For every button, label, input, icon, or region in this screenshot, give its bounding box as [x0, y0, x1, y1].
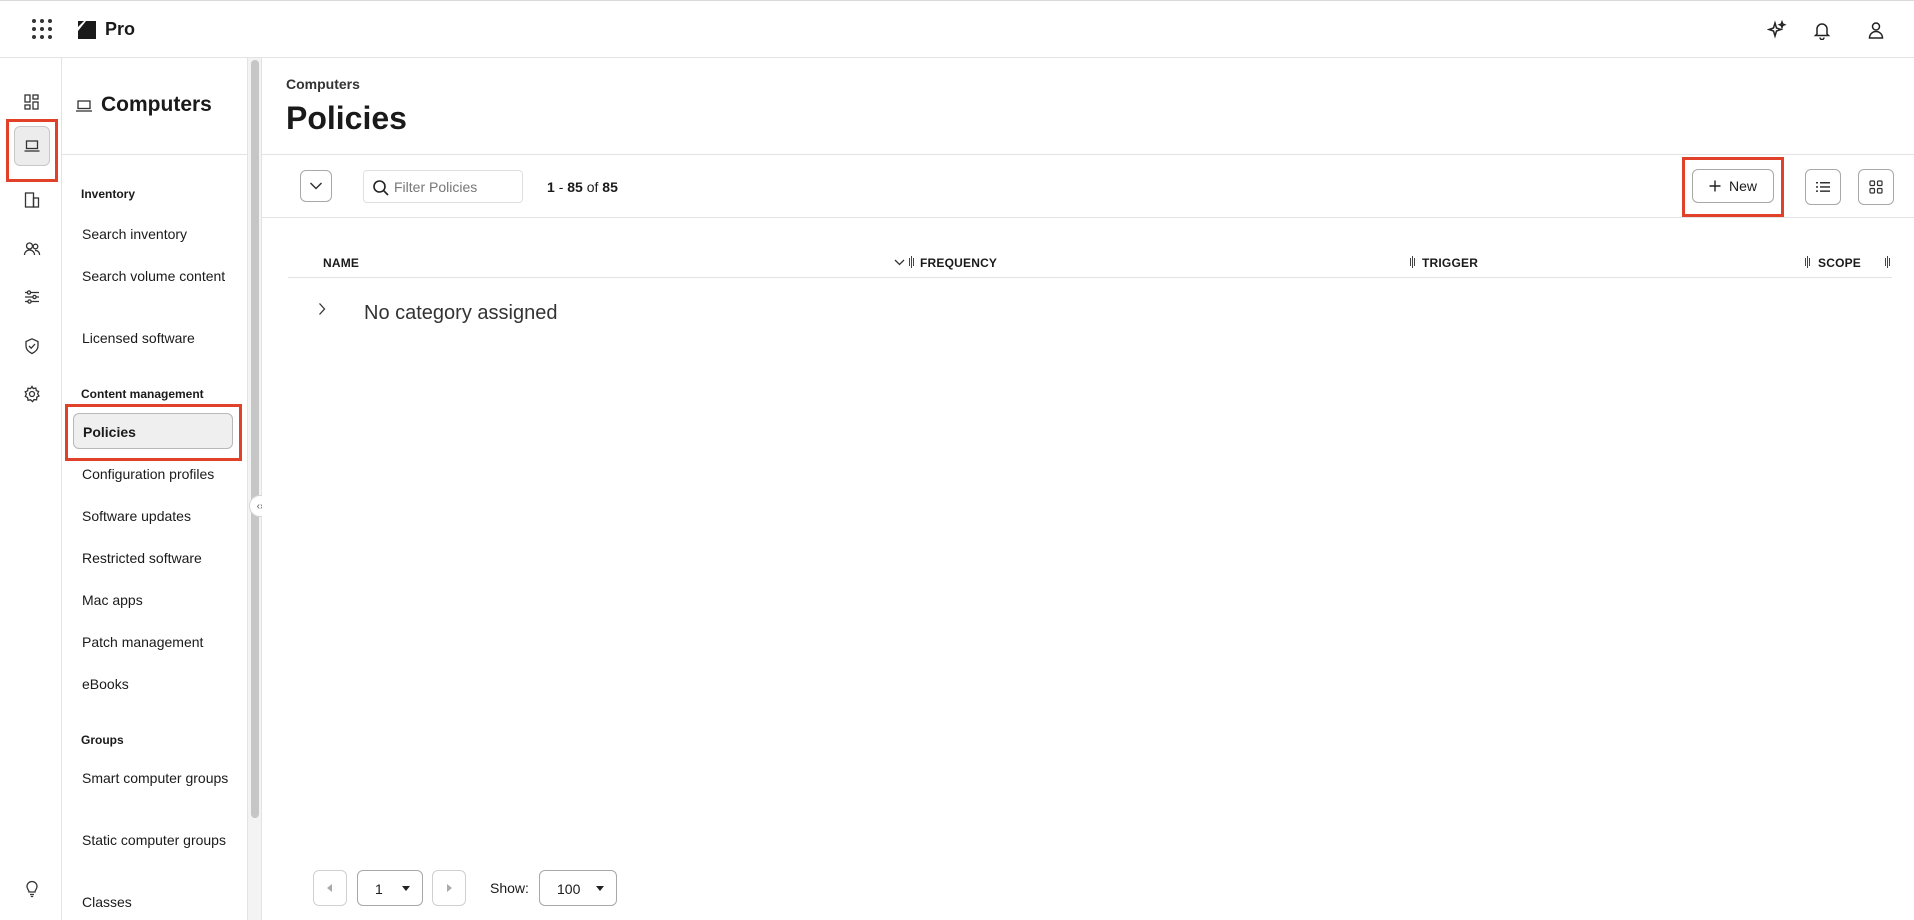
gear-icon [24, 385, 40, 403]
rail-security[interactable] [16, 330, 48, 362]
record-count: 1 - 85 of 85 [547, 179, 618, 195]
nav-policies[interactable]: Policies [73, 413, 233, 449]
main-content: Computers Policies 1 - 85 of 85 New NAME… [262, 58, 1914, 920]
nav-ebooks[interactable]: eBooks [82, 674, 232, 694]
rail-tips[interactable] [16, 873, 48, 905]
column-header-trigger[interactable]: TRIGGER [1422, 256, 1478, 270]
show-label: Show: [490, 880, 529, 896]
user-icon[interactable] [1864, 18, 1888, 42]
sidebar-scrollbar[interactable] [248, 58, 262, 920]
previous-page-button[interactable] [313, 870, 347, 906]
table-toolbar: 1 - 85 of 85 New [262, 154, 1914, 218]
column-resize-handle[interactable] [1409, 256, 1417, 268]
new-policy-button[interactable]: New [1692, 169, 1774, 203]
plus-icon [1709, 180, 1721, 192]
rail-users[interactable] [16, 233, 48, 265]
rail-settings-sliders[interactable] [16, 281, 48, 313]
chevron-right-icon[interactable] [318, 302, 326, 316]
group-title-content-management: Content management [81, 387, 204, 401]
page-title: Policies [286, 100, 407, 136]
brand-logo-icon[interactable] [76, 19, 98, 41]
nav-configuration-profiles[interactable]: Configuration profiles [82, 464, 232, 484]
list-icon [1816, 182, 1830, 192]
page-size-select[interactable]: 100 [539, 870, 617, 906]
nav-licensed-software[interactable]: Licensed software [82, 328, 232, 348]
group-title-inventory: Inventory [81, 187, 136, 201]
grid-icon [1869, 180, 1883, 194]
nav-restricted-software[interactable]: Restricted software [82, 548, 232, 568]
nav-mac-apps[interactable]: Mac apps [82, 590, 232, 610]
nav-static-computer-groups[interactable]: Static computer groups [82, 830, 232, 850]
column-resize-handle[interactable] [1804, 256, 1812, 268]
column-header-name[interactable]: NAME [323, 256, 359, 270]
column-header-frequency[interactable]: FREQUENCY [920, 256, 997, 270]
nav-software-updates[interactable]: Software updates [82, 506, 232, 526]
rail-computers[interactable] [14, 126, 50, 166]
breadcrumb[interactable]: Computers [286, 76, 360, 92]
collapse-all-button[interactable] [300, 170, 332, 202]
list-view-button[interactable] [1805, 169, 1841, 205]
apps-grid-icon[interactable] [32, 19, 52, 39]
nav-search-volume-content[interactable]: Search volume content [82, 266, 232, 286]
section-title: Computers [101, 93, 212, 116]
nav-patch-management[interactable]: Patch management [82, 632, 232, 652]
nav-smart-computer-groups[interactable]: Smart computer groups [82, 768, 232, 788]
rail-dashboard[interactable] [16, 86, 48, 118]
lightbulb-icon [26, 880, 38, 898]
users-icon [23, 242, 41, 256]
section-sidebar: Computers Inventory Search inventory Sea… [62, 58, 248, 920]
table-header: NAME FREQUENCY TRIGGER SCOPE [288, 248, 1892, 278]
column-header-scope[interactable]: SCOPE [1818, 256, 1861, 270]
grid-view-button[interactable] [1858, 169, 1894, 205]
laptop-icon [76, 100, 92, 112]
caret-left-icon [327, 884, 332, 892]
rail-devices[interactable] [16, 184, 48, 216]
section-header: Computers [62, 58, 247, 155]
caret-right-icon [447, 884, 452, 892]
page-select[interactable]: 1 [357, 870, 423, 906]
search-icon [373, 180, 389, 196]
category-group-row[interactable]: No category assigned [288, 294, 1892, 334]
nav-search-inventory[interactable]: Search inventory [82, 224, 232, 244]
devices-icon [24, 192, 40, 208]
dashboard-icon [24, 94, 39, 110]
laptop-icon [24, 140, 40, 152]
sort-chevron-icon[interactable] [894, 259, 905, 266]
app-rail [0, 58, 62, 920]
filter-policies-box[interactable] [363, 170, 523, 203]
sliders-icon [25, 290, 39, 304]
nav-classes[interactable]: Classes [82, 892, 232, 912]
next-page-button[interactable] [432, 870, 466, 906]
column-resize-handle[interactable] [1884, 256, 1892, 268]
shield-check-icon [25, 338, 39, 355]
category-group-label: No category assigned [364, 302, 558, 324]
bell-icon[interactable] [1810, 18, 1834, 42]
group-title-groups: Groups [81, 733, 124, 747]
chevron-down-icon [309, 182, 323, 190]
rail-settings[interactable] [16, 378, 48, 410]
brand-name[interactable]: Pro [105, 19, 135, 40]
sparkle-icon[interactable] [1765, 18, 1789, 42]
sidebar-scrollbar-thumb[interactable] [251, 60, 259, 818]
column-resize-handle[interactable] [908, 256, 916, 268]
pagination: 1 Show: 100 [262, 870, 962, 910]
filter-policies-input[interactable] [394, 176, 514, 198]
top-bar: Pro [0, 0, 1914, 58]
